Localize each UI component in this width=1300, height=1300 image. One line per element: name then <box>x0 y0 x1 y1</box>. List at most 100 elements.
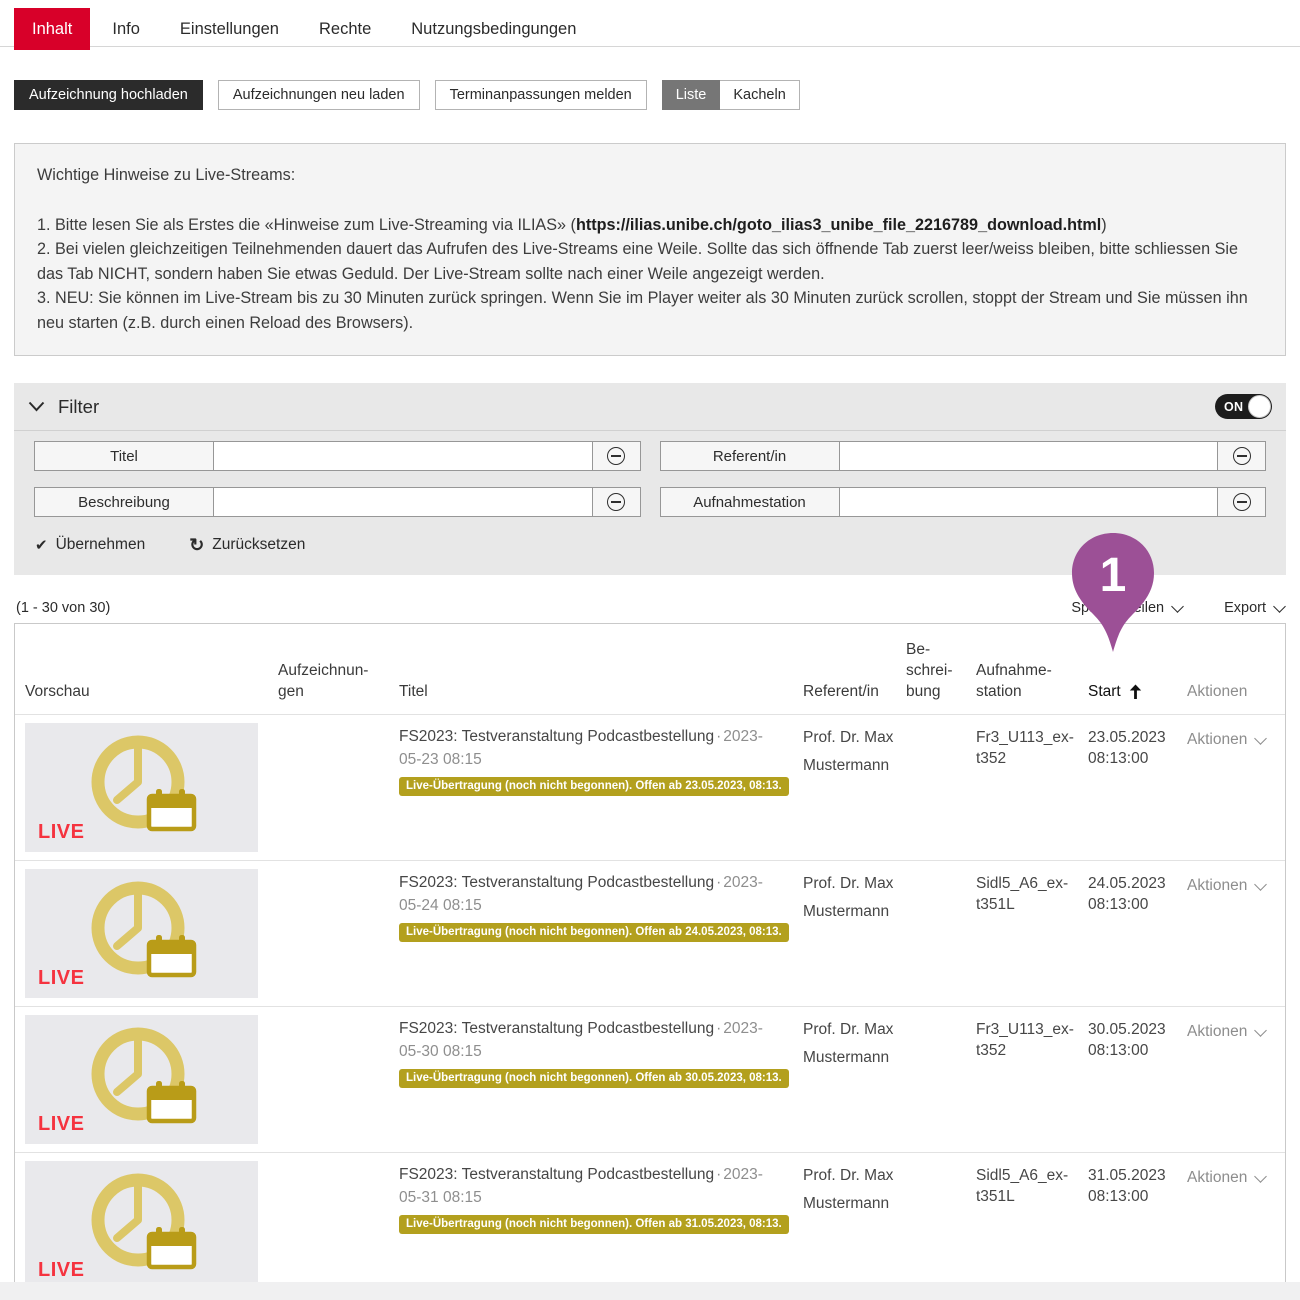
filter-title: Filter <box>58 396 99 418</box>
filter-remove-aufnahmestation-button[interactable] <box>1218 488 1265 516</box>
preview-thumbnail[interactable]: LIVE <box>25 1161 258 1290</box>
notice-item-1-text: 1. Bitte lesen Sie als Erstes die «Hinwe… <box>37 216 576 234</box>
title-text: FS2023: Testveranstaltung Podcastbestell… <box>399 874 714 891</box>
upload-recording-button[interactable]: Aufzeichnung hochladen <box>14 80 203 110</box>
start-header-label: Start <box>1088 681 1121 702</box>
apply-filter-button[interactable]: ✔ Übernehmen <box>35 536 145 554</box>
report-schedule-changes-button[interactable]: Terminanpassungen melden <box>435 80 647 110</box>
preview-thumbnail[interactable]: LIVE <box>25 869 258 998</box>
chevron-down-icon <box>1254 732 1267 745</box>
apply-filter-label: Übernehmen <box>56 536 146 554</box>
column-header-vorschau: Vorschau <box>15 681 268 702</box>
actions-label: Aktionen <box>1187 1023 1247 1041</box>
reload-recordings-button[interactable]: Aufzeichnungen neu laden <box>218 80 420 110</box>
column-header-aufnahmestation[interactable]: Aufnahme- station <box>966 660 1078 702</box>
live-label: LIVE <box>38 967 84 990</box>
start-datetime-cell: 23.05.2023 08:13:00 <box>1078 723 1177 769</box>
filter-label-aufnahmestation: Aufnahmestation <box>661 488 839 516</box>
live-label: LIVE <box>38 1113 84 1136</box>
filter-remove-titel-button[interactable] <box>593 442 640 470</box>
minus-circle-icon <box>1233 447 1251 465</box>
filter-label-titel: Titel <box>35 442 213 470</box>
tab-nutzungsbedingungen[interactable]: Nutzungsbedingungen <box>393 8 594 50</box>
actions-label: Aktionen <box>1187 877 1247 895</box>
filter-toggle[interactable]: ON <box>1215 394 1272 419</box>
column-header-aktionen: Aktionen <box>1177 681 1285 702</box>
table-row: LIVE FS2023: Testveranstaltung Podcastbe… <box>15 1006 1285 1152</box>
toggle-knob-icon <box>1248 395 1271 418</box>
title-text: FS2023: Testveranstaltung Podcastbestell… <box>399 1166 714 1183</box>
filter-field-aufnahmestation: Aufnahmestation <box>660 487 1267 517</box>
filter-input-referent[interactable] <box>839 442 1219 470</box>
row-actions-dropdown[interactable]: Aktionen <box>1177 1161 1285 1187</box>
minus-circle-icon <box>1233 493 1251 511</box>
preview-thumbnail[interactable]: LIVE <box>25 1015 258 1144</box>
notice-download-link[interactable]: https://ilias.unibe.ch/goto_ilias3_unibe… <box>576 216 1101 234</box>
notice-item-1-close: ) <box>1101 216 1106 234</box>
station-cell: Sidl5_A6_ex- t351L <box>966 1161 1078 1207</box>
title-separator: · <box>714 1020 723 1037</box>
minus-circle-icon <box>607 493 625 511</box>
chevron-down-icon <box>1254 1170 1267 1183</box>
recording-title: FS2023: Testveranstaltung Podcastbestell… <box>399 869 777 917</box>
view-switcher: Liste Kacheln <box>662 80 800 110</box>
reset-filter-button[interactable]: ↻ Zurücksetzen <box>189 536 305 554</box>
notice-title: Wichtige Hinweise zu Live-Streams: <box>37 163 1263 188</box>
page-bottom-strip <box>0 1282 1300 1300</box>
start-datetime-cell: 30.05.2023 08:13:00 <box>1078 1015 1177 1061</box>
column-header-referent[interactable]: Referent/in <box>793 681 896 702</box>
tab-info[interactable]: Info <box>94 8 158 50</box>
step-marker-pin: 1 <box>1068 530 1158 654</box>
filter-input-aufnahmestation[interactable] <box>839 488 1219 516</box>
minus-circle-icon <box>607 447 625 465</box>
title-separator: · <box>714 874 723 891</box>
row-actions-dropdown[interactable]: Aktionen <box>1177 1015 1285 1041</box>
view-list-button[interactable]: Liste <box>662 80 721 110</box>
tab-einstellungen[interactable]: Einstellungen <box>162 8 297 50</box>
referent-cell: Prof. Dr. Max Mustermann <box>793 869 896 926</box>
filter-input-beschreibung[interactable] <box>213 488 593 516</box>
check-icon: ✔ <box>35 536 48 554</box>
table-row: LIVE FS2023: Testveranstaltung Podcastbe… <box>15 860 1285 1006</box>
notice-item-2: 2. Bei vielen gleichzeitigen Teilnehmend… <box>37 237 1263 286</box>
tab-inhalt[interactable]: Inhalt <box>14 8 90 50</box>
export-label: Export <box>1224 600 1266 616</box>
start-datetime-cell: 31.05.2023 08:13:00 <box>1078 1161 1177 1207</box>
title-separator: · <box>714 728 723 745</box>
tab-rechte[interactable]: Rechte <box>301 8 389 50</box>
notice-item-3: 3. NEU: Sie können im Live-Stream bis zu… <box>37 286 1263 335</box>
title-separator: · <box>714 1166 723 1183</box>
row-actions-dropdown[interactable]: Aktionen <box>1177 723 1285 749</box>
filter-field-referent: Referent/in <box>660 441 1267 471</box>
column-header-start-sort[interactable]: Start <box>1078 681 1177 702</box>
actions-label: Aktionen <box>1187 731 1247 749</box>
chevron-down-icon <box>28 401 45 412</box>
filter-remove-referent-button[interactable] <box>1218 442 1265 470</box>
filter-input-titel[interactable] <box>213 442 593 470</box>
preview-thumbnail[interactable]: LIVE <box>25 723 258 852</box>
recording-title: FS2023: Testveranstaltung Podcastbestell… <box>399 1015 777 1063</box>
column-header-titel[interactable]: Titel <box>389 681 793 702</box>
filter-remove-beschreibung-button[interactable] <box>593 488 640 516</box>
refresh-icon: ↻ <box>189 538 204 552</box>
toggle-on-label: ON <box>1224 400 1243 414</box>
live-label: LIVE <box>38 821 84 844</box>
row-actions-dropdown[interactable]: Aktionen <box>1177 869 1285 895</box>
filter-field-beschreibung: Beschreibung <box>34 487 641 517</box>
live-status-badge: Live-Übertragung (noch nicht begonnen). … <box>399 1215 789 1234</box>
station-cell: Sidl5_A6_ex- t351L <box>966 869 1078 915</box>
table-row: LIVE FS2023: Testveranstaltung Podcastbe… <box>15 714 1285 860</box>
filter-header[interactable]: Filter ON <box>14 383 1286 431</box>
export-menu[interactable]: Export <box>1224 600 1284 616</box>
view-tiles-button[interactable]: Kacheln <box>720 80 799 110</box>
table-row: LIVE FS2023: Testveranstaltung Podcastbe… <box>15 1152 1285 1298</box>
filter-label-referent: Referent/in <box>661 442 839 470</box>
sort-ascending-arrow-icon <box>1129 684 1142 700</box>
filter-form: Titel Referent/in Beschreibung Aufnahmes… <box>14 431 1286 517</box>
live-status-badge: Live-Übertragung (noch nicht begonnen). … <box>399 1069 789 1088</box>
column-header-beschreibung[interactable]: Be- schrei- bung <box>896 639 966 702</box>
referent-cell: Prof. Dr. Max Mustermann <box>793 723 896 780</box>
notice-item-1: 1. Bitte lesen Sie als Erstes die «Hinwe… <box>37 213 1263 238</box>
map-pin-icon: 1 <box>1068 530 1158 654</box>
column-header-aufzeichnungen[interactable]: Aufzeichnun- gen <box>268 660 389 702</box>
